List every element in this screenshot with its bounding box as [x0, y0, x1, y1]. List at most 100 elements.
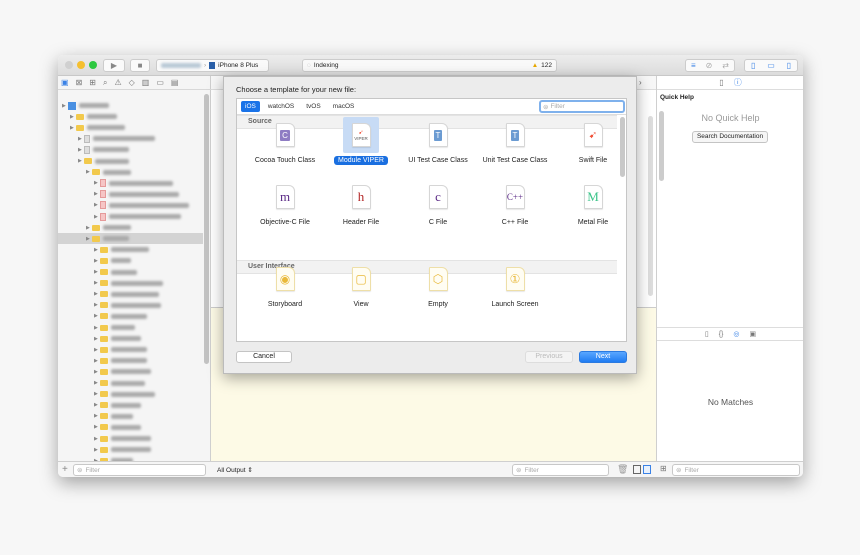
- tree-row[interactable]: ▶: [58, 222, 203, 233]
- close-button[interactable]: [65, 61, 73, 69]
- search-documentation-button[interactable]: Search Documentation: [692, 131, 768, 143]
- previous-button[interactable]: Previous: [525, 351, 573, 363]
- tab-watchos[interactable]: watchOS: [264, 101, 298, 112]
- tree-row[interactable]: ▶: [58, 233, 203, 245]
- tree-row[interactable]: ▶: [58, 200, 203, 211]
- code-snippet-icon[interactable]: {}: [719, 331, 724, 338]
- tree-row[interactable]: ▶: [58, 100, 203, 111]
- cancel-button[interactable]: Cancel: [236, 351, 292, 363]
- next-button[interactable]: Next: [579, 351, 627, 363]
- navigator-toggle-icon[interactable]: ▯: [751, 61, 755, 70]
- inspector-scrollbar[interactable]: [659, 111, 664, 181]
- standard-editor-icon[interactable]: ≡: [691, 61, 696, 70]
- add-icon[interactable]: +: [62, 464, 68, 475]
- test-icon[interactable]: ◇: [129, 78, 135, 87]
- search-icon[interactable]: ⌕: [103, 78, 107, 88]
- tree-row[interactable]: ▶: [58, 444, 203, 455]
- tree-row[interactable]: ▶: [58, 133, 203, 144]
- file-template-icon[interactable]: ▯: [705, 330, 709, 338]
- template-module-viper[interactable]: ➹ VIPER Module VIPER: [323, 117, 399, 165]
- template-cocoa-touch-class[interactable]: C Cocoa Touch Class: [247, 117, 323, 165]
- editor-scrollbar[interactable]: [648, 116, 653, 296]
- panel-toggle-group[interactable]: ▯ ▭ ▯: [744, 59, 798, 72]
- template-view[interactable]: ▢ View: [323, 261, 399, 309]
- tab-macos[interactable]: macOS: [329, 101, 359, 112]
- template-empty[interactable]: ⬡ Empty: [400, 261, 476, 309]
- template-objective-c-file[interactable]: m Objective-C File: [247, 179, 323, 227]
- stop-button[interactable]: ■: [130, 59, 150, 72]
- assistant-editor-icon[interactable]: ⊘: [706, 61, 713, 70]
- tree-row[interactable]: ▶: [58, 122, 203, 133]
- navigator-filter[interactable]: ⊜ Filter: [73, 464, 206, 476]
- item-name: [103, 225, 131, 231]
- symbol-icon[interactable]: ⊞: [89, 78, 96, 87]
- tree-row[interactable]: ▶: [58, 178, 203, 189]
- trash-icon[interactable]: 🗑: [617, 464, 628, 475]
- tree-row[interactable]: ▶: [58, 189, 203, 200]
- tree-row[interactable]: ▶: [58, 333, 203, 344]
- tree-row[interactable]: ▶: [58, 167, 203, 178]
- tree-row[interactable]: ▶: [58, 355, 203, 366]
- grid-icon[interactable]: ⊞: [660, 464, 667, 473]
- tree-row[interactable]: ▶: [58, 322, 203, 333]
- navigator-scrollbar[interactable]: [204, 94, 209, 364]
- template-ui-test-case-class[interactable]: T UI Test Case Class: [400, 117, 476, 165]
- minimize-button[interactable]: [77, 61, 85, 69]
- tree-row[interactable]: ▶: [58, 422, 203, 433]
- template-launch-screen[interactable]: ① Launch Screen: [477, 261, 553, 309]
- tree-row[interactable]: ▶: [58, 433, 203, 444]
- utilities-toggle-icon[interactable]: ▯: [787, 61, 791, 70]
- tree-row[interactable]: ▶: [58, 400, 203, 411]
- issue-icon[interactable]: ⚠: [114, 78, 121, 87]
- tree-row[interactable]: ▶: [58, 311, 203, 322]
- tab-ios[interactable]: iOS: [241, 101, 260, 112]
- tree-row[interactable]: ▶: [58, 156, 203, 167]
- library-filter[interactable]: ⊜ Filter: [672, 464, 800, 476]
- tree-row[interactable]: ▶: [58, 267, 203, 278]
- template-unit-test-case-class[interactable]: T Unit Test Case Class: [477, 117, 553, 165]
- report-icon[interactable]: ▤: [171, 78, 179, 87]
- tree-row[interactable]: ▶: [58, 378, 203, 389]
- warning-icon[interactable]: ▲: [532, 62, 538, 69]
- output-selector[interactable]: All Output ⇕: [217, 466, 253, 474]
- tree-row[interactable]: ▶: [58, 289, 203, 300]
- quick-help-icon[interactable]: ⓘ: [734, 77, 742, 88]
- editor-mode-group[interactable]: ≡ ⊘ ⇄: [685, 59, 735, 72]
- version-editor-icon[interactable]: ⇄: [722, 61, 729, 70]
- zoom-button[interactable]: [89, 61, 97, 69]
- object-library-icon[interactable]: ◎: [733, 330, 739, 338]
- debug-toggle-icon[interactable]: ▭: [767, 61, 775, 70]
- tree-row[interactable]: ▶: [58, 144, 203, 155]
- warning-count[interactable]: 122: [541, 62, 552, 69]
- tree-row[interactable]: ▶: [58, 300, 203, 311]
- breakpoint-icon[interactable]: ▭: [156, 78, 164, 87]
- tree-row[interactable]: ▶: [58, 411, 203, 422]
- template-filter-input[interactable]: ⊜ Filter: [539, 100, 625, 113]
- console-view-toggle[interactable]: [643, 465, 651, 474]
- tree-row[interactable]: ▶: [58, 255, 203, 266]
- folder-icon[interactable]: ▣: [61, 78, 69, 87]
- tree-row[interactable]: ▶: [58, 344, 203, 355]
- template-c-file[interactable]: c C File: [400, 179, 476, 227]
- tree-row[interactable]: ▶: [58, 366, 203, 377]
- variables-view-toggle[interactable]: [633, 465, 641, 474]
- template-scrollbar[interactable]: [620, 117, 625, 177]
- template-header-file[interactable]: h Header File: [323, 179, 399, 227]
- source-control-icon[interactable]: ⊠: [76, 78, 83, 87]
- scheme-selector[interactable]: › iPhone 8 Plus: [156, 59, 269, 72]
- tree-row[interactable]: ▶: [58, 278, 203, 289]
- tree-row[interactable]: ▶: [58, 211, 203, 222]
- run-button[interactable]: ▶: [103, 59, 125, 72]
- template-metal-file[interactable]: M Metal File: [555, 179, 631, 227]
- tab-tvos[interactable]: tvOS: [302, 101, 324, 112]
- template-storyboard[interactable]: ◉ Storyboard: [247, 261, 323, 309]
- template-c-file[interactable]: C++ C++ File: [477, 179, 553, 227]
- debug-icon[interactable]: ▥: [142, 78, 150, 87]
- tree-row[interactable]: ▶: [58, 389, 203, 400]
- media-library-icon[interactable]: ▣: [750, 330, 757, 338]
- console-filter[interactable]: ⊜ Filter: [512, 464, 609, 476]
- tree-row[interactable]: ▶: [58, 111, 203, 122]
- file-inspector-icon[interactable]: ▯: [719, 78, 723, 87]
- chevron-right-icon[interactable]: ›: [639, 78, 642, 87]
- tree-row[interactable]: ▶: [58, 244, 203, 255]
